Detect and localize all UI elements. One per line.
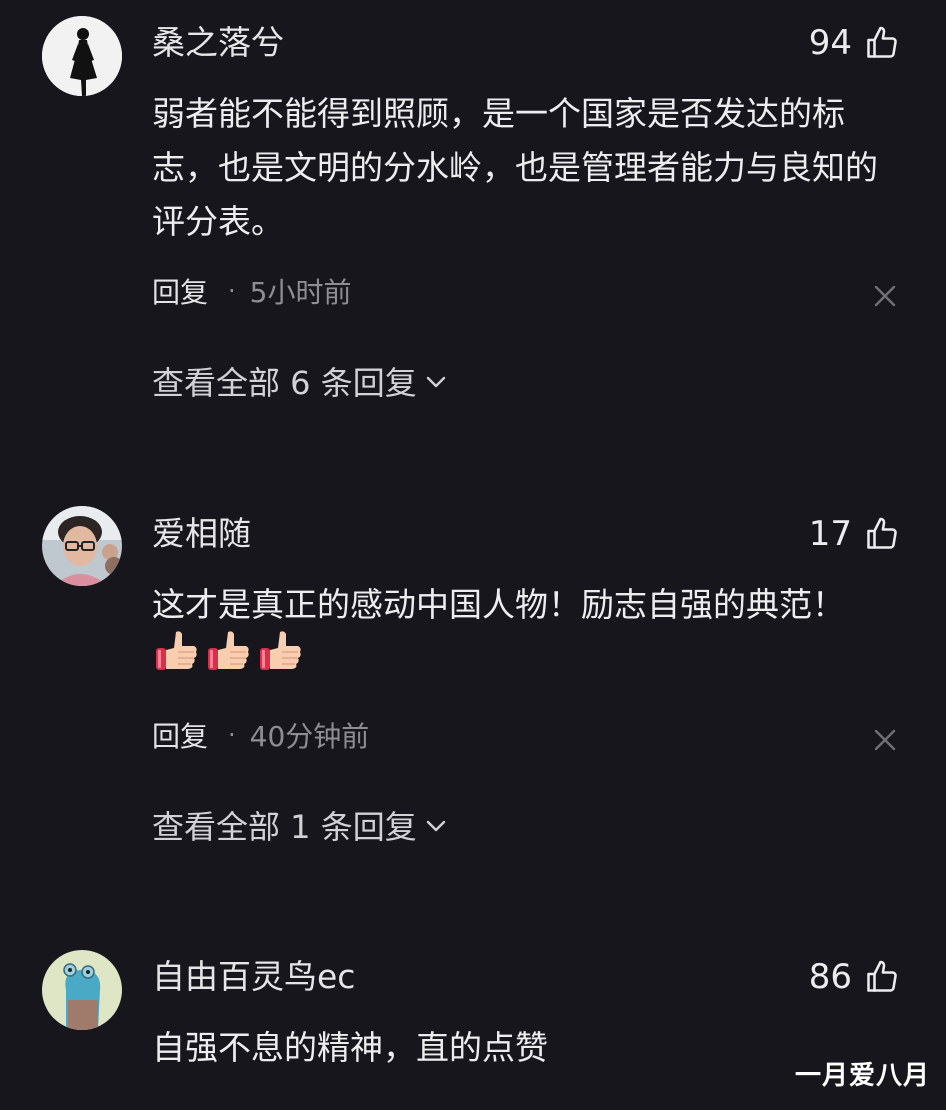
view-replies-label: 查看全部 6 条回复 — [152, 364, 417, 402]
comment-text: 这才是真正的感动中国人物！励志自强的典范！ — [152, 585, 845, 624]
like-count: 94 — [808, 23, 852, 63]
thumbs-up-icon[interactable] — [864, 25, 900, 61]
comment-meta: 回复 · 5小时前 — [152, 271, 351, 311]
cartoon-avatar-icon — [42, 950, 122, 1030]
username[interactable]: 爱相随 — [152, 514, 251, 554]
timestamp: 40分钟前 — [249, 720, 370, 753]
view-replies-button[interactable]: 查看全部 1 条回复 — [152, 803, 449, 847]
like-button[interactable]: 94 — [809, 23, 900, 63]
view-replies-button[interactable]: 查看全部 6 条回复 — [152, 359, 449, 403]
reply-button[interactable]: 回复 — [152, 715, 208, 755]
view-replies-label: 查看全部 1 条回复 — [152, 808, 417, 846]
thumbs-up-emoji-icon — [208, 631, 249, 670]
chevron-down-icon — [426, 376, 445, 388]
like-button[interactable]: 86 — [809, 957, 900, 997]
close-icon[interactable] — [872, 727, 898, 753]
avatar[interactable] — [42, 16, 122, 96]
thumbs-up-icon[interactable] — [864, 516, 900, 552]
separator-dot: · — [228, 721, 236, 749]
woman-silhouette-icon — [42, 16, 122, 96]
thumbs-up-icon[interactable] — [864, 959, 900, 995]
like-count: 17 — [808, 514, 852, 554]
photo-avatar-icon — [42, 506, 122, 586]
username[interactable]: 自由百灵鸟ec — [152, 957, 355, 997]
like-count: 86 — [808, 957, 852, 997]
comment-meta: 回复 · 40分钟前 — [152, 715, 369, 755]
separator-dot: · — [228, 277, 236, 305]
chevron-down-icon — [426, 820, 445, 832]
avatar[interactable] — [42, 950, 122, 1030]
close-icon[interactable] — [872, 283, 898, 309]
like-button[interactable]: 17 — [809, 514, 900, 554]
avatar[interactable] — [42, 506, 122, 586]
thumbs-up-emoji-icon — [156, 631, 197, 670]
comment-text: 弱者能不能得到照顾，是一个国家是否发达的标志，也是文明的分水岭，也是管理者能力与… — [152, 94, 878, 241]
comment-text: 自强不息的精神，直的点赞 — [152, 1028, 548, 1067]
thumbs-up-emoji-icon — [260, 631, 301, 670]
emoji-row — [154, 628, 304, 674]
reply-button[interactable]: 回复 — [152, 271, 208, 311]
watermark: 一月爱八月 — [794, 1061, 930, 1091]
username[interactable]: 桑之落兮 — [152, 23, 284, 63]
timestamp: 5小时前 — [249, 276, 352, 309]
